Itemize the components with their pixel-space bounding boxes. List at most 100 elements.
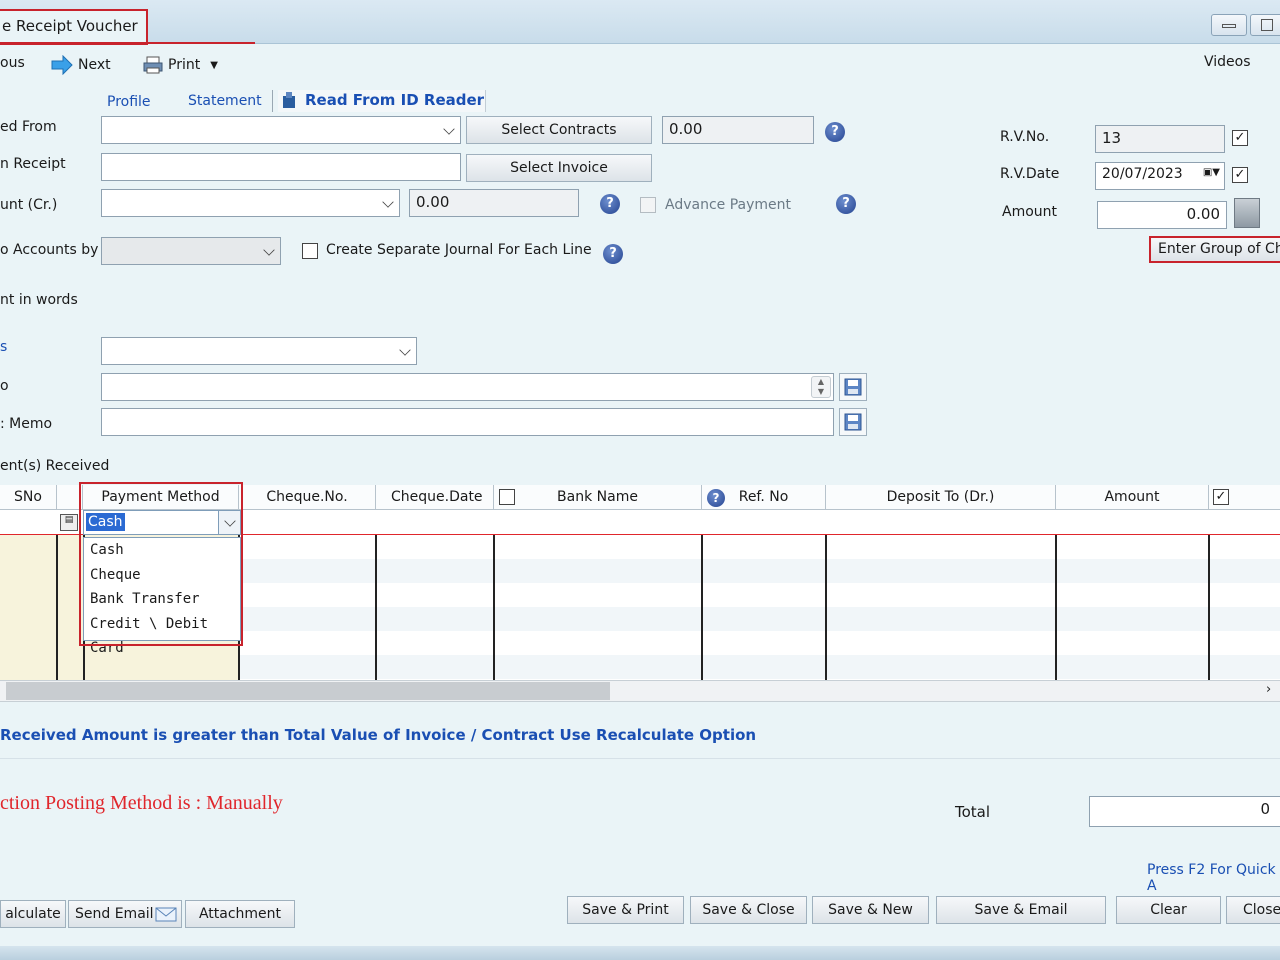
arrow-right-icon (51, 55, 73, 75)
calendar-dropdown-icon[interactable]: ▣▼ (1203, 167, 1220, 178)
journal-help-icon[interactable]: ? (603, 244, 623, 264)
posting-method-message: ction Posting Method is : Manually (0, 792, 283, 814)
attachment-button[interactable]: Attachment (185, 900, 295, 928)
contracts-help-icon[interactable]: ? (825, 122, 845, 142)
col-deposit-to[interactable]: Deposit To (Dr.) (826, 485, 1056, 510)
save-new-button[interactable]: Save & New (812, 896, 929, 924)
col-cheque-no[interactable]: Cheque.No. (239, 485, 376, 510)
account-label: unt (Cr.) (0, 197, 58, 213)
received-from-label: ed From (0, 119, 57, 135)
col-sno[interactable]: SNo (0, 485, 57, 510)
select-invoice-button[interactable]: Select Invoice (466, 154, 652, 182)
restore-button[interactable] (1250, 14, 1280, 36)
next-label: Next (78, 57, 111, 73)
floppy-disk-icon (844, 378, 862, 396)
grid-vline (493, 535, 495, 680)
clear-button[interactable]: Clear (1116, 896, 1221, 924)
advance-payment-label: Advance Payment (665, 197, 792, 213)
chevron-down-icon (263, 244, 275, 256)
rv-no-checkbox[interactable]: ✓ (1232, 130, 1248, 146)
col-bank-name[interactable]: Bank Name (494, 485, 702, 510)
send-email-label: Send Email (75, 906, 154, 922)
rv-date-label: R.V.Date (1000, 166, 1060, 182)
amount-words-label: nt in words (0, 292, 78, 308)
separate-journal-checkbox[interactable] (302, 243, 318, 259)
grid-vline (825, 535, 827, 680)
spin-icon[interactable]: ▲ ▼ (811, 376, 831, 398)
rv-no-label: R.V.No. (1000, 129, 1050, 145)
bank-help-icon[interactable]: ? (707, 489, 725, 507)
account-help-icon[interactable]: ? (600, 194, 620, 214)
amount-field[interactable]: 0.00 (1097, 201, 1227, 229)
advance-help-icon[interactable]: ? (836, 194, 856, 214)
window-title: e Receipt Voucher (2, 17, 138, 35)
quick-access-hint: Press F2 For Quick A (1147, 862, 1276, 894)
payment-method-highlight (79, 482, 243, 646)
save-print-button[interactable]: Save & Print (567, 896, 684, 924)
grid-vline (56, 535, 58, 680)
to-accounts-label: o Accounts by (0, 242, 99, 258)
grid-vline (375, 535, 377, 680)
select-contracts-button[interactable]: Select Contracts (466, 116, 652, 144)
group-cheques-button[interactable]: Enter Group of Che (1149, 236, 1280, 263)
previous-label: ous (0, 55, 25, 71)
previous-button[interactable]: ous (0, 55, 25, 71)
save-close-button[interactable]: Save & Close (690, 896, 807, 924)
rv-no-field[interactable]: 13 (1095, 125, 1225, 153)
grid-vline (701, 535, 703, 680)
envelope-icon (155, 907, 177, 922)
memo-label: o (0, 378, 9, 394)
chevron-down-icon (382, 196, 394, 208)
row-edit-icon[interactable]: ▤ (60, 514, 78, 531)
minimize-button[interactable] (1211, 14, 1247, 36)
save-email-button[interactable]: Save & Email (936, 896, 1106, 924)
rv-date-value: 20/07/2023 (1102, 166, 1183, 182)
amount-label: Amount (1002, 204, 1058, 220)
received-from-combo[interactable] (101, 116, 461, 144)
field-a-label: s (0, 339, 8, 355)
bottom-border (0, 946, 1280, 960)
print-memo-label: : Memo (0, 416, 53, 432)
contracts-value-field: 0.00 (662, 116, 814, 144)
advance-payment-checkbox[interactable] (640, 197, 656, 213)
scroll-right-icon[interactable]: › (1266, 682, 1271, 697)
profile-link[interactable]: Profile (107, 94, 151, 110)
calculator-icon[interactable] (1234, 198, 1260, 228)
title-bar (0, 0, 1280, 44)
amount-header-checkbox[interactable]: ✓ (1213, 489, 1229, 505)
field-a-combo[interactable] (101, 337, 417, 365)
print-memo-field[interactable] (101, 408, 834, 436)
print-label: Print (168, 57, 201, 73)
rv-date-picker[interactable]: 20/07/2023 ▣▼ (1095, 162, 1225, 190)
videos-label: Videos (1204, 54, 1251, 70)
recalculate-button[interactable]: alculate (0, 900, 66, 928)
memo-save-button[interactable] (839, 373, 867, 401)
total-field: 0 (1089, 796, 1280, 827)
memo-field[interactable]: ▲ ▼ (101, 373, 834, 401)
floppy-disk-icon (844, 413, 862, 431)
separate-journal-label: Create Separate Journal For Each Line (326, 242, 592, 258)
print-button[interactable]: Print ▼ (142, 55, 218, 75)
statement-link[interactable]: Statement (188, 93, 262, 109)
close-button[interactable]: Close (1226, 896, 1280, 924)
divider (0, 758, 1280, 759)
account-value-field: 0.00 (409, 189, 579, 217)
cheque-date-header-checkbox[interactable] (499, 489, 515, 505)
window-title-tab[interactable]: e Receipt Voucher (0, 9, 148, 45)
send-email-button[interactable]: Send Email (68, 900, 182, 928)
rv-date-checkbox[interactable]: ✓ (1232, 167, 1248, 183)
grid-vline (1055, 535, 1057, 680)
print-memo-save-button[interactable] (839, 408, 867, 436)
read-id-link[interactable]: Read From ID Reader (305, 91, 484, 109)
next-button[interactable]: Next (50, 55, 111, 75)
videos-button[interactable]: Videos (1204, 54, 1251, 70)
link-separator (272, 90, 273, 112)
scrollbar-thumb[interactable] (6, 682, 610, 700)
on-receipt-field[interactable] (101, 153, 461, 181)
to-accounts-combo[interactable] (101, 237, 281, 265)
col-amount[interactable]: Amount (1056, 485, 1209, 510)
on-receipt-label: n Receipt (0, 156, 66, 172)
account-combo[interactable] (101, 189, 400, 217)
total-label: Total (955, 803, 991, 821)
col-cheque-date[interactable]: Cheque.Date (376, 485, 494, 510)
